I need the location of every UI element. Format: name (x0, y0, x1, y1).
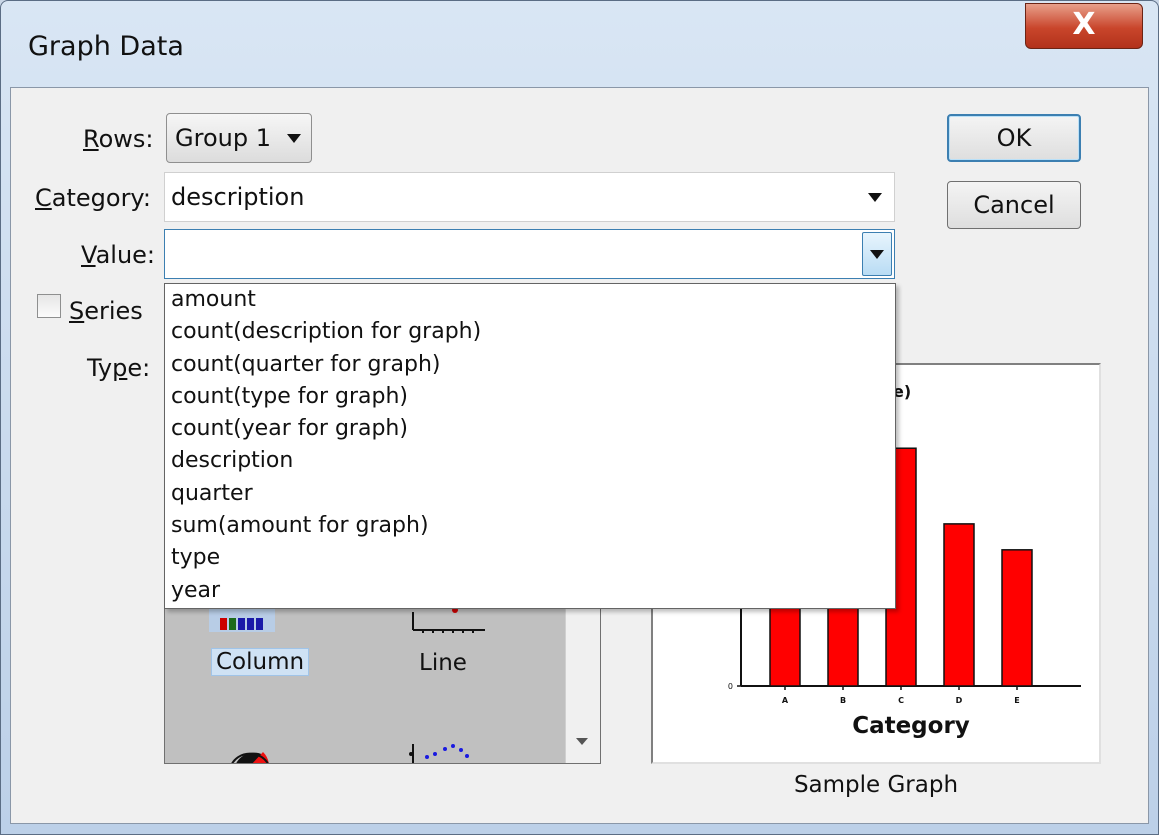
type-label: Type: (87, 354, 151, 382)
scatter-chart-icon (409, 744, 469, 763)
chevron-down-icon (870, 250, 884, 259)
series-label: Series (69, 297, 143, 325)
x-tick-label: D (956, 696, 963, 705)
value-option[interactable]: type (165, 542, 895, 574)
value-dropdown-button[interactable] (862, 232, 892, 276)
graph-type-line-label[interactable]: Line (419, 650, 467, 676)
category-select[interactable]: description (164, 172, 895, 222)
close-button[interactable]: X (1025, 3, 1143, 49)
bar-D (943, 523, 975, 687)
value-select[interactable] (164, 229, 895, 279)
x-tick-label: C (898, 696, 904, 705)
value-option[interactable]: count(quarter for graph) (165, 349, 895, 381)
dialog-title: Graph Data (28, 31, 184, 62)
rows-select-value: Group 1 (175, 124, 271, 152)
bar-E (1001, 549, 1033, 687)
chevron-down-icon (287, 134, 301, 143)
graph-type-icons (209, 606, 485, 763)
value-label: Value: (81, 241, 155, 269)
graph-type-scrollbar[interactable] (565, 606, 600, 763)
y-tick-label: 0 (728, 682, 733, 691)
value-option[interactable]: sum(amount for graph) (165, 510, 895, 542)
graph-data-dialog: Graph Data X Rows: Group 1 Category: des… (0, 0, 1159, 835)
value-option[interactable]: count(year for graph) (165, 413, 895, 445)
series-checkbox[interactable] (37, 294, 61, 318)
graph-type-column-label[interactable]: Column (211, 648, 310, 676)
x-tick-label: B (840, 696, 846, 705)
close-icon: X (1072, 7, 1096, 42)
graph-type-list[interactable]: Column Line (164, 605, 601, 764)
value-option[interactable]: year (165, 575, 895, 607)
value-dropdown-list[interactable]: amount count(description for graph) coun… (164, 283, 896, 609)
x-tick-label: E (1014, 696, 1019, 705)
ok-button[interactable]: OK (947, 114, 1081, 162)
chevron-down-icon (868, 193, 882, 202)
value-option[interactable]: count(type for graph) (165, 381, 895, 413)
value-option[interactable]: count(description for graph) (165, 316, 895, 348)
scroll-down-icon[interactable] (576, 738, 588, 745)
cancel-button[interactable]: Cancel (947, 181, 1081, 229)
value-option[interactable]: quarter (165, 478, 895, 510)
pie-chart-icon (231, 752, 269, 763)
sample-graph-caption: Sample Graph (793, 772, 959, 798)
category-label: Category: (35, 184, 151, 212)
category-select-value: description (171, 183, 305, 211)
column-chart-icon (209, 606, 275, 632)
line-chart-icon (412, 607, 485, 633)
value-option[interactable]: amount (165, 284, 895, 316)
rows-label: Rows: (83, 125, 154, 153)
x-tick-label: A (782, 696, 789, 705)
value-option[interactable]: description (165, 445, 895, 477)
rows-select[interactable]: Group 1 (166, 113, 312, 163)
x-axis-label: Category (852, 713, 970, 739)
